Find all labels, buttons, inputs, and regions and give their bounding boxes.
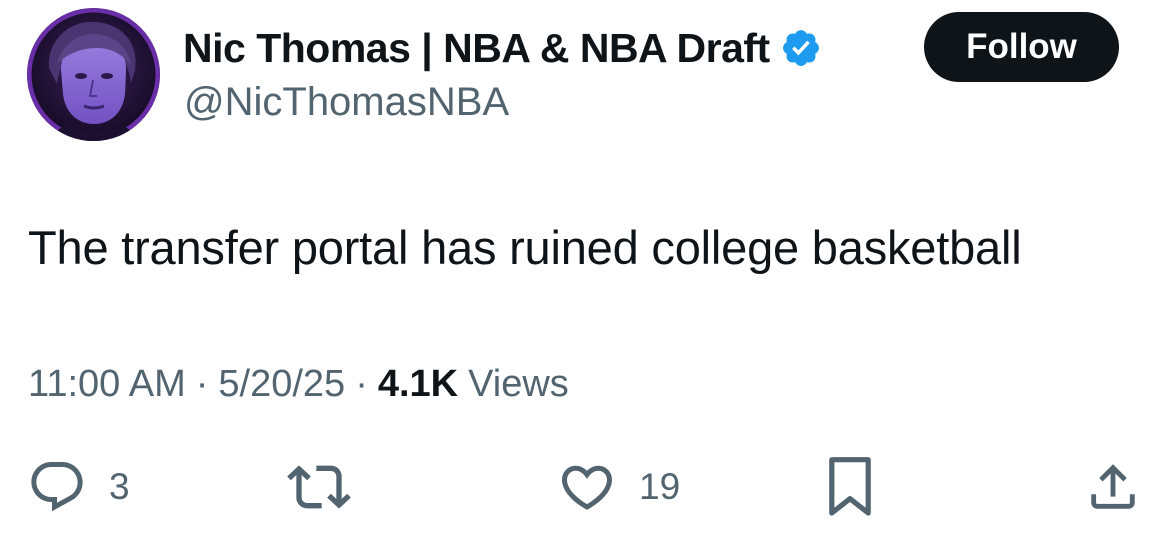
- tweet-date[interactable]: 5/20/25: [218, 363, 345, 406]
- like-count: 19: [639, 466, 681, 507]
- heart-icon: [557, 457, 617, 517]
- tweet-text: The transfer portal has ruined college b…: [28, 221, 1022, 274]
- tweet-meta: 11:00 AM · 5/20/25 · 4.1K Views: [28, 363, 569, 406]
- tweet-time[interactable]: 11:00 AM: [28, 363, 186, 406]
- meta-separator: ·: [355, 363, 368, 405]
- follow-button[interactable]: Follow: [924, 12, 1119, 82]
- retweet-button[interactable]: [287, 455, 351, 519]
- profile-avatar-image: [27, 8, 160, 141]
- share-icon: [1084, 456, 1142, 518]
- reply-count: 3: [109, 466, 130, 507]
- reply-button[interactable]: 3: [27, 455, 130, 519]
- share-button[interactable]: [1084, 455, 1142, 519]
- author-display-name[interactable]: Nic Thomas | NBA & NBA Draft: [183, 25, 770, 72]
- like-button[interactable]: 19: [557, 455, 680, 519]
- retweet-icon: [287, 455, 351, 519]
- meta-separator: ·: [195, 363, 209, 405]
- author-handle[interactable]: @NicThomasNBA: [184, 80, 509, 125]
- bookmark-icon: [824, 455, 876, 519]
- author-name-row: Nic Thomas | NBA & NBA Draft: [183, 22, 822, 74]
- bookmark-button[interactable]: [824, 455, 876, 519]
- reply-icon: [27, 457, 87, 517]
- avatar[interactable]: [27, 8, 160, 141]
- verified-badge-icon[interactable]: [780, 27, 822, 69]
- views-label: Views: [468, 363, 569, 405]
- views-count: 4.1K: [377, 363, 459, 405]
